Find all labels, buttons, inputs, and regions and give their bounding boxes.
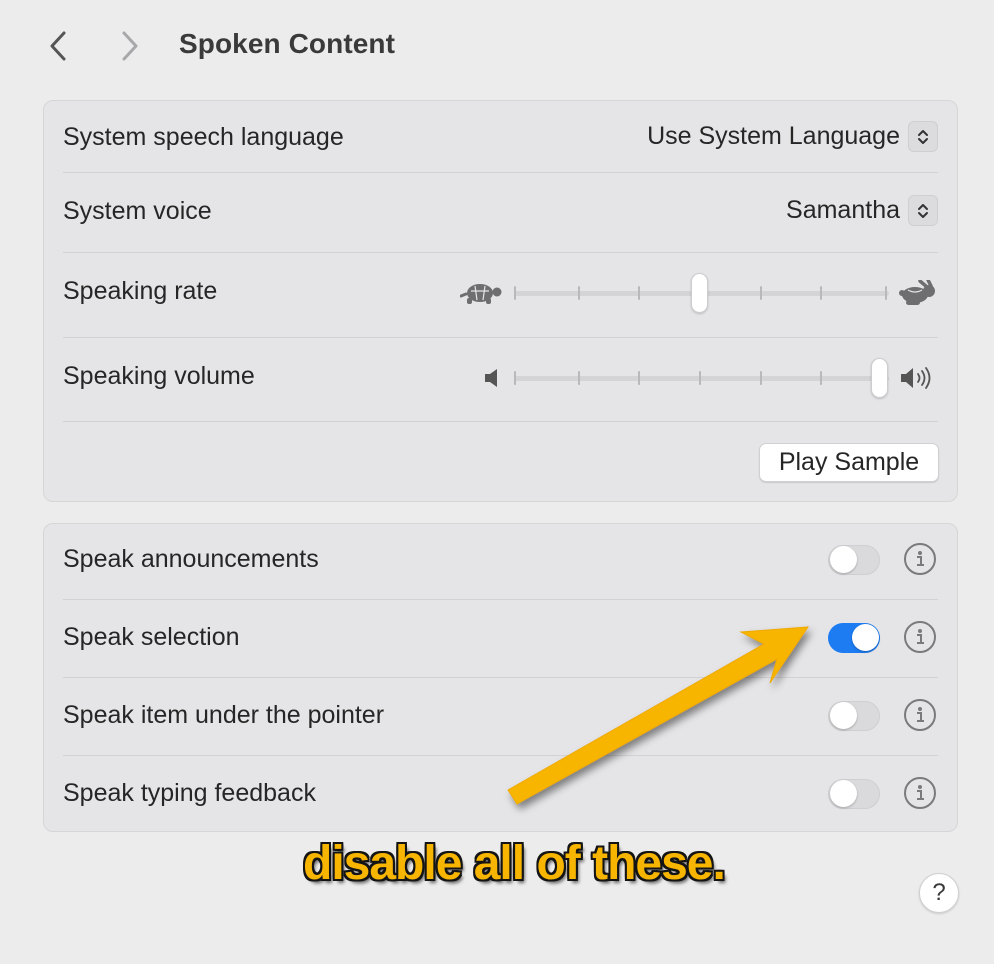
slider-tick	[578, 371, 580, 385]
info-icon[interactable]	[904, 543, 936, 575]
speak-announcements-label: Speak announcements	[63, 545, 319, 573]
info-icon[interactable]	[904, 777, 936, 809]
slider-tick	[760, 371, 762, 385]
system-voice-label: System voice	[63, 197, 212, 225]
info-icon[interactable]	[904, 699, 936, 731]
speak-typing-feedback-label: Speak typing feedback	[63, 779, 316, 807]
slider-tick	[820, 371, 822, 385]
system-voice-row: System voice Samantha	[63, 193, 938, 233]
speak-typing-feedback-row: Speak typing feedback	[63, 775, 938, 815]
speak-announcements-toggle[interactable]	[828, 545, 880, 575]
up-down-chevron-icon	[908, 121, 938, 152]
speaking-rate-row: Speaking rate	[63, 271, 938, 315]
back-button[interactable]	[38, 26, 78, 66]
speech-language-label: System speech language	[63, 123, 344, 151]
rabbit-icon	[899, 280, 935, 305]
speak-selection-toggle[interactable]	[828, 623, 880, 653]
play-sample-button[interactable]: Play Sample	[759, 443, 939, 482]
speaking-volume-row: Speaking volume	[63, 356, 938, 400]
slider-tick	[578, 286, 580, 300]
annotation-text: disable all of these.	[303, 837, 726, 890]
chevron-left-icon	[50, 31, 66, 61]
slider-knob[interactable]	[871, 358, 888, 398]
slider-tick	[885, 286, 887, 300]
speak-item-under-pointer-toggle[interactable]	[828, 701, 880, 731]
divider	[63, 421, 938, 422]
speaking-volume-slider[interactable]	[514, 356, 889, 400]
page-title: Spoken Content	[179, 28, 396, 59]
speech-language-row: System speech language Use System Langua…	[63, 119, 938, 159]
speak-item-under-pointer-label: Speak item under the pointer	[63, 701, 385, 729]
speech-language-value: Use System Language	[647, 122, 900, 150]
speaker-high-icon	[901, 367, 931, 389]
divider	[63, 337, 938, 338]
speak-selection-label: Speak selection	[63, 623, 240, 651]
speak-typing-feedback-toggle[interactable]	[828, 779, 880, 809]
speech-settings-group: System speech language Use System Langua…	[43, 100, 958, 502]
divider	[63, 599, 938, 600]
speak-item-under-pointer-row: Speak item under the pointer	[63, 697, 938, 737]
divider	[63, 677, 938, 678]
speaking-rate-label: Speaking rate	[63, 277, 218, 305]
spoken-content-pane: Spoken Content System speech language Us…	[0, 0, 994, 964]
speak-selection-row: Speak selection	[63, 619, 938, 659]
system-voice-value: Samantha	[786, 196, 900, 224]
slider-knob[interactable]	[691, 273, 708, 313]
slider-tick	[820, 286, 822, 300]
system-voice-popup[interactable]: Samantha	[786, 195, 938, 226]
slider-track	[514, 376, 889, 381]
speaking-rate-slider[interactable]	[514, 271, 889, 315]
divider	[63, 172, 938, 173]
slider-tick	[699, 371, 701, 385]
speaker-low-icon	[485, 369, 497, 387]
turtle-icon	[460, 284, 502, 304]
speak-options-group: Speak announcements Speak selection Spea…	[43, 523, 958, 832]
slider-tick	[638, 286, 640, 300]
chevron-right-icon	[122, 31, 138, 61]
slider-tick	[514, 371, 516, 385]
speaking-volume-label: Speaking volume	[63, 362, 255, 390]
divider	[63, 755, 938, 756]
header: Spoken Content	[0, 0, 994, 96]
forward-button[interactable]	[110, 26, 150, 66]
slider-tick	[760, 286, 762, 300]
speech-language-popup[interactable]: Use System Language	[647, 121, 938, 152]
speak-announcements-row: Speak announcements	[63, 541, 938, 581]
up-down-chevron-icon	[908, 195, 938, 226]
divider	[63, 252, 938, 253]
slider-tick	[638, 371, 640, 385]
info-icon[interactable]	[904, 621, 936, 653]
slider-tick	[514, 286, 516, 300]
help-button[interactable]: ?	[919, 873, 959, 913]
